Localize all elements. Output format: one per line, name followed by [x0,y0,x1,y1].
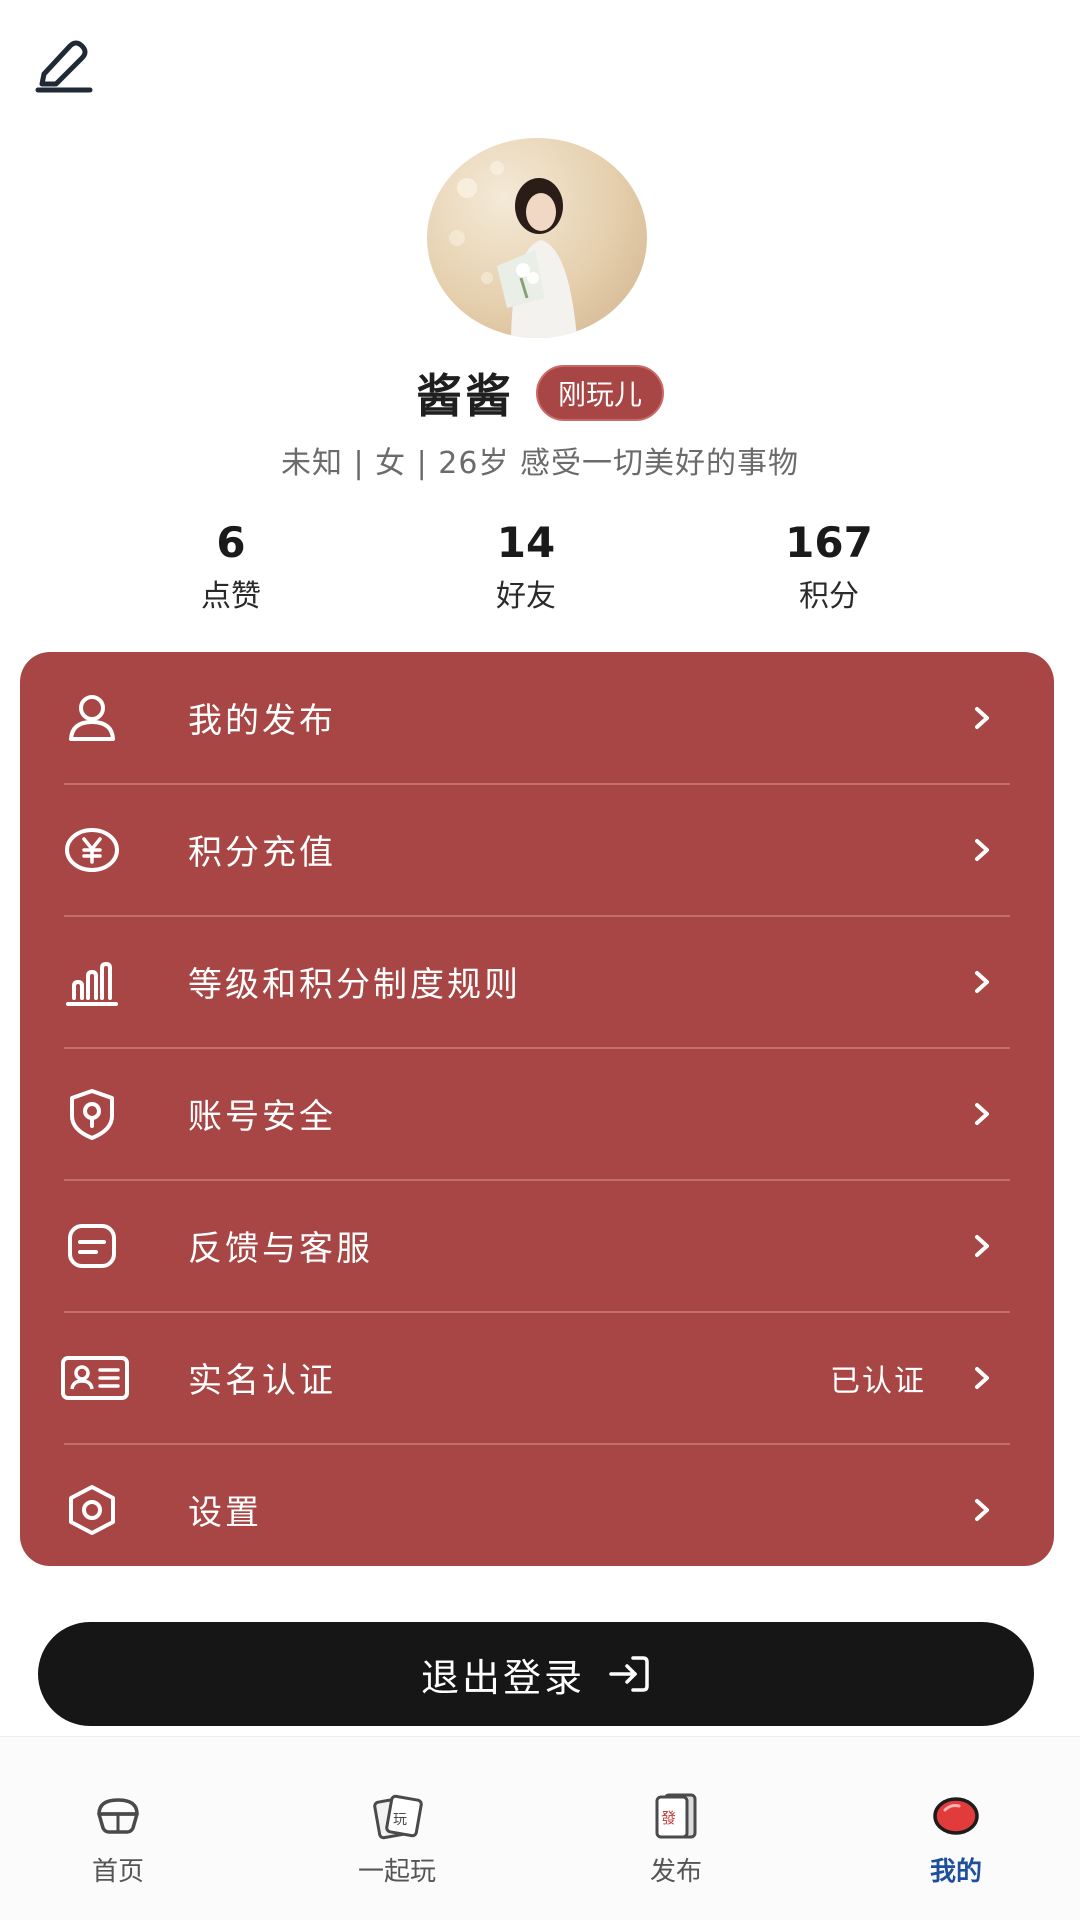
nav-item-play-together[interactable]: 玩 一起玩 [317,1791,477,1888]
menu-item-label: 我的发布 [188,701,336,741]
stat-value: 167 [785,518,873,567]
menu-item-label: 积分充值 [188,833,336,873]
mahjong-tile-fa-icon: 發 [655,1793,697,1839]
logout-label: 退出登录 [420,1655,585,1700]
edit-profile-button[interactable] [26,26,102,102]
id-card-icon [60,1348,130,1408]
level-badge: 刚玩儿 [535,365,664,421]
chevron-right-icon [975,1103,989,1125]
nav-label: 发布 [649,1857,702,1887]
nav-item-publish[interactable]: 發 发布 [596,1791,756,1888]
avatar-photo [449,161,577,338]
profile-page: 酱酱 刚玩儿 未知 | 女 | 26岁 感受一切美好的事物 6 点赞 14 好友… [0,0,1080,1920]
stat-label: 积分 [799,579,859,614]
menu-item-recharge[interactable]: 积分充值 [20,784,1054,915]
chevron-right-icon [975,839,989,861]
menu-card: 我的发布 积分充值 等级和积分制度规则 账号安全 反馈与客服 实名认证 已认证 … [20,652,1054,1566]
svg-text:發: 發 [661,1809,676,1827]
nav-label: 首页 [91,1857,144,1887]
stat-label: 点赞 [201,579,261,614]
bar-chart-icon [62,952,122,1012]
stat-likes[interactable]: 6 点赞 [131,518,331,615]
edit-pencil-icon [35,40,93,93]
mahjong-tile-play-icon: 玩 [373,1794,423,1840]
chevron-right-icon [975,1235,989,1257]
menu-item-settings[interactable]: 设置 [20,1444,1054,1575]
svg-text:玩: 玩 [393,1812,407,1828]
stat-value: 6 [216,518,246,567]
settings-hexagon-icon [62,1480,122,1540]
chevron-right-icon [975,1367,989,1389]
nav-item-me[interactable]: 我的 [876,1791,1036,1888]
menu-item-label: 账号安全 [188,1097,336,1137]
chevron-right-icon [975,971,989,993]
menu-item-real-name[interactable]: 实名认证 已认证 [20,1312,1054,1443]
message-icon [62,1216,122,1276]
menu-item-level-rules[interactable]: 等级和积分制度规则 [20,916,1054,1047]
yen-coin-icon [62,820,122,880]
stat-value: 14 [496,518,556,567]
menu-item-my-posts[interactable]: 我的发布 [20,652,1054,783]
user-bio: 未知 | 女 | 26岁 感受一切美好的事物 [280,446,800,481]
mahjong-home-icon [97,1798,139,1834]
menu-item-label: 等级和积分制度规则 [188,965,521,1005]
logout-button[interactable]: 退出登录 [38,1622,1034,1726]
menu-item-label: 实名认证 [188,1361,336,1401]
user-name: 酱酱 [415,369,514,423]
avatar[interactable] [427,138,647,338]
stat-friends[interactable]: 14 好友 [426,518,626,615]
stat-points[interactable]: 167 积分 [729,518,929,615]
stat-label: 好友 [496,579,556,614]
chevron-right-icon [975,1499,989,1521]
logout-arrow-icon [609,1656,649,1692]
nav-label: 一起玩 [357,1857,436,1887]
nav-item-home[interactable]: 首页 [38,1791,198,1888]
chevron-right-icon [975,707,989,729]
red-bubble-me-icon [933,1797,979,1835]
name-row: 酱酱 刚玩儿 [0,360,1080,426]
menu-item-label: 反馈与客服 [188,1229,373,1269]
shield-lock-icon [62,1084,122,1144]
bottom-nav: 首页 玩 一起玩 發 发布 我的 [0,1736,1080,1920]
user-icon [62,688,122,748]
menu-item-label: 设置 [188,1493,262,1533]
verification-status: 已认证 [830,1363,926,1399]
menu-item-account-security[interactable]: 账号安全 [20,1048,1054,1179]
menu-item-feedback[interactable]: 反馈与客服 [20,1180,1054,1311]
nav-label: 我的 [929,1857,982,1887]
